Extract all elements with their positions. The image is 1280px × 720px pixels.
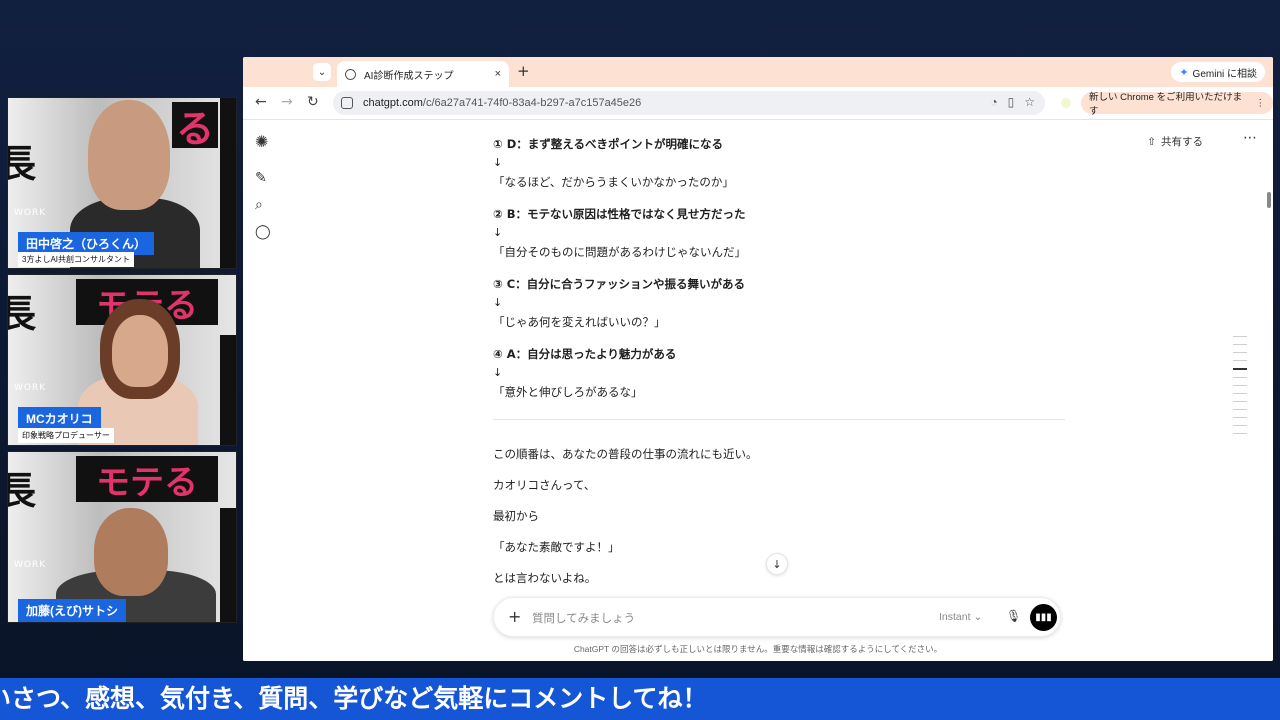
gemini-button[interactable]: ✦ Gemini に相談 [1171,62,1265,82]
poster-work-text: WORK [14,560,47,570]
voice-mode-button[interactable]: ▮▮▮ [1030,604,1057,631]
tab-search-button[interactable]: ⌄ [313,63,331,81]
step-heading: ④ A：自分は思ったより魅力がある [493,347,677,361]
step-heading: ① D：まず整えるべきポイントが明確になる [493,137,723,151]
participant-face [88,100,170,210]
conversation-minimap[interactable] [1233,336,1247,441]
participant-name: MCカオリコ [18,407,101,430]
tab-bar: ⌄ AI診断作成ステップ × + ✦ Gemini に相談 [243,57,1273,87]
chatgpt-page: ✺ ✎ ⌕ ◯ ⇧ 共有する ⋯ ① D：まず整えるべきポイントが明確になる ↓… [243,120,1273,661]
back-arrow-icon[interactable]: ← [255,94,267,110]
poster-box: る [172,102,218,151]
chat-paragraph: この順番は、あなたの普段の仕事の流れにも近い。 [493,447,758,461]
participant-face [94,508,168,596]
share-label: 共有する [1161,136,1203,148]
poster-edge [220,335,236,445]
disclaimer-text: ChatGPT の回答は必ずしも正しいとは限りません。重要な情報は確認するように… [573,644,943,654]
participant-role: 3方よしAI共創コンサルタント [18,252,135,267]
bookmark-star-icon[interactable]: ☆ [1024,95,1035,109]
share-button[interactable]: ⇧ 共有する [1147,134,1203,149]
poster-edge [220,98,236,268]
chat-paragraph: 「あなた素敵ですよ！」 [493,540,620,554]
participant-face [112,315,168,387]
divider [493,419,1065,420]
chatgpt-sidebar-rail: ✺ ✎ ⌕ ◯ [243,120,283,661]
poster-kanji: 長 [8,133,36,188]
search-icon[interactable]: ⌕ [255,197,263,213]
step-heading: ③ C：自分に合うファッションや振る舞いがある [493,277,745,291]
forward-arrow-icon[interactable]: → [281,94,293,110]
step-heading: ② B：モテない原因は性格ではなく見せ方だった [493,207,746,221]
performance-icon[interactable]: ◔ [990,95,997,109]
browser-menu-icon[interactable]: ⋮ [1256,98,1266,109]
composer-input[interactable]: 質問してみましょう [532,610,635,626]
tab-title: AI診断作成ステップ [364,70,454,82]
model-mode-selector[interactable]: Instant ⌄ [939,611,982,623]
step-quote: 「自分そのものに問題があるわけじゃないんだ」 [493,245,746,259]
step-arrow: ↓ [493,366,503,379]
step-quote: 「じゃあ何を変えればいいの？」 [493,315,666,329]
tab-active[interactable]: AI診断作成ステップ × [337,61,509,87]
participant-tile-1: 長 る WORK 田中啓之（ひろくん） 3方よしAI共創コンサルタント [7,97,237,269]
chrome-update-label: 新しい Chrome をご利用いただけます [1089,92,1243,117]
chats-icon[interactable]: ◯ [255,224,271,240]
share-icon: ⇧ [1147,135,1156,148]
tab-close-button[interactable]: × [495,68,501,80]
poster-kanji: 長 [8,283,36,338]
chatgpt-logo-icon[interactable]: ✺ [255,132,268,151]
comment-ticker: いさつ、感想、気付き、質問、学びなど気軽にコメントしてね！ [0,678,1280,720]
poster-edge [220,508,236,622]
poster-kanji: 長 [8,460,36,515]
step-arrow: ↓ [493,296,503,309]
new-chat-icon[interactable]: ✎ [255,170,267,186]
profile-icon[interactable] [1061,98,1071,108]
site-info-icon[interactable] [341,97,353,109]
poster-work-text: WORK [14,383,47,393]
step-arrow: ↓ [493,226,503,239]
participant-tile-3: 長 モテる WORK 加藤(えび)サトシ [7,451,237,623]
reading-mode-icon[interactable]: ▯ [1008,95,1015,109]
step-quote: 「なるほど、だからうまくいかなかったのか」 [493,175,734,189]
browser-window: ⌄ AI診断作成ステップ × + ✦ Gemini に相談 ← → ↻ chat… [243,57,1273,661]
address-bar-actions: ◔ ▯ ☆ [990,95,1035,109]
more-options-icon[interactable]: ⋯ [1243,130,1257,146]
composer: + 質問してみましょう Instant ⌄ 🎙 ▮▮▮ [493,597,1061,637]
chat-paragraph: カオリコさんって、 [493,478,596,492]
chat-paragraph: 最初から [493,509,539,523]
poster-box: モテる [76,456,218,503]
gemini-spark-icon: ✦ [1179,66,1189,79]
step-arrow: ↓ [493,156,503,169]
scrollbar-thumb[interactable] [1267,192,1271,208]
url-path: /c/6a27a741-74f0-83a4-b297-a7c157a45e26 [422,97,642,109]
scroll-down-button[interactable]: ↓ [766,553,788,575]
poster-work-text: WORK [14,208,47,218]
address-bar[interactable]: chatgpt.com/c/6a27a741-74f0-83a4-b297-a7… [333,91,1045,115]
microphone-icon[interactable]: 🎙 [1006,609,1021,623]
step-quote: 「意外と伸びしろがあるな」 [493,385,643,399]
reload-icon[interactable]: ↻ [307,94,319,110]
chatgpt-favicon-icon [345,68,356,80]
attach-plus-icon[interactable]: + [508,607,521,626]
chat-paragraph: とは言わないよね。 [493,571,597,585]
url-host: chatgpt.com [363,97,423,109]
new-tab-button[interactable]: + [517,62,530,80]
participant-tile-2: 長 モテる WORK MCカオリコ 印象戦略プロデューサー [7,274,237,446]
participant-name: 加藤(えび)サトシ [18,599,126,622]
chrome-update-chip[interactable]: 新しい Chrome をご利用いただけます ⋮ [1081,92,1273,117]
participant-role: 印象戦略プロデューサー [18,428,114,443]
gemini-label: Gemini に相談 [1192,68,1257,80]
browser-toolbar: ← → ↻ chatgpt.com/c/6a27a741-74f0-83a4-b… [243,87,1273,120]
